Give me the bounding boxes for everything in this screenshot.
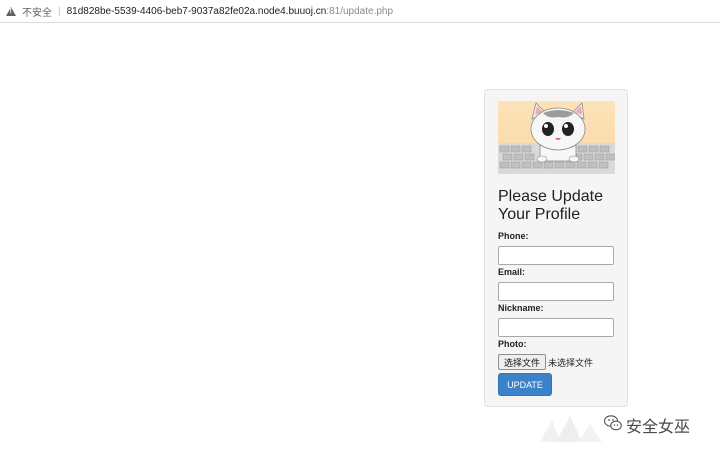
page-title: Please Update Your Profile (498, 188, 623, 224)
phone-label: Phone: (498, 231, 529, 241)
wechat-icon (604, 415, 622, 431)
watermark-decoration (540, 416, 602, 442)
email-label: Email: (498, 267, 526, 277)
security-status-label[interactable]: 不安全 (22, 4, 52, 19)
watermark-text: 安全女巫 (626, 417, 691, 436)
phone-input[interactable] (498, 246, 614, 265)
title-line-2: Your Profile (498, 206, 581, 223)
warning-triangle-icon[interactable] (6, 6, 16, 16)
profile-update-card: Please Update Your Profile Phone: Email:… (484, 89, 628, 407)
photo-label: Photo: (498, 339, 527, 349)
nickname-input[interactable] (498, 318, 614, 337)
choose-file-button[interactable]: 选择文件 (498, 354, 546, 370)
title-line-1: Please Update (498, 188, 603, 205)
avatar-image (498, 101, 615, 174)
file-status-text: 未选择文件 (548, 358, 594, 368)
nickname-label: Nickname: (498, 303, 544, 313)
email-input[interactable] (498, 282, 614, 301)
url-path[interactable]: :81/update.php (326, 6, 393, 17)
url-host[interactable]: 81d828be-5539-4406-beb7-9037a82fe02a.nod… (67, 6, 327, 17)
update-button[interactable]: UPDATE (498, 373, 552, 396)
browser-address-bar[interactable]: 不安全 | 81d828be-5539-4406-beb7-9037a82fe0… (0, 0, 720, 23)
address-separator: | (58, 5, 61, 17)
